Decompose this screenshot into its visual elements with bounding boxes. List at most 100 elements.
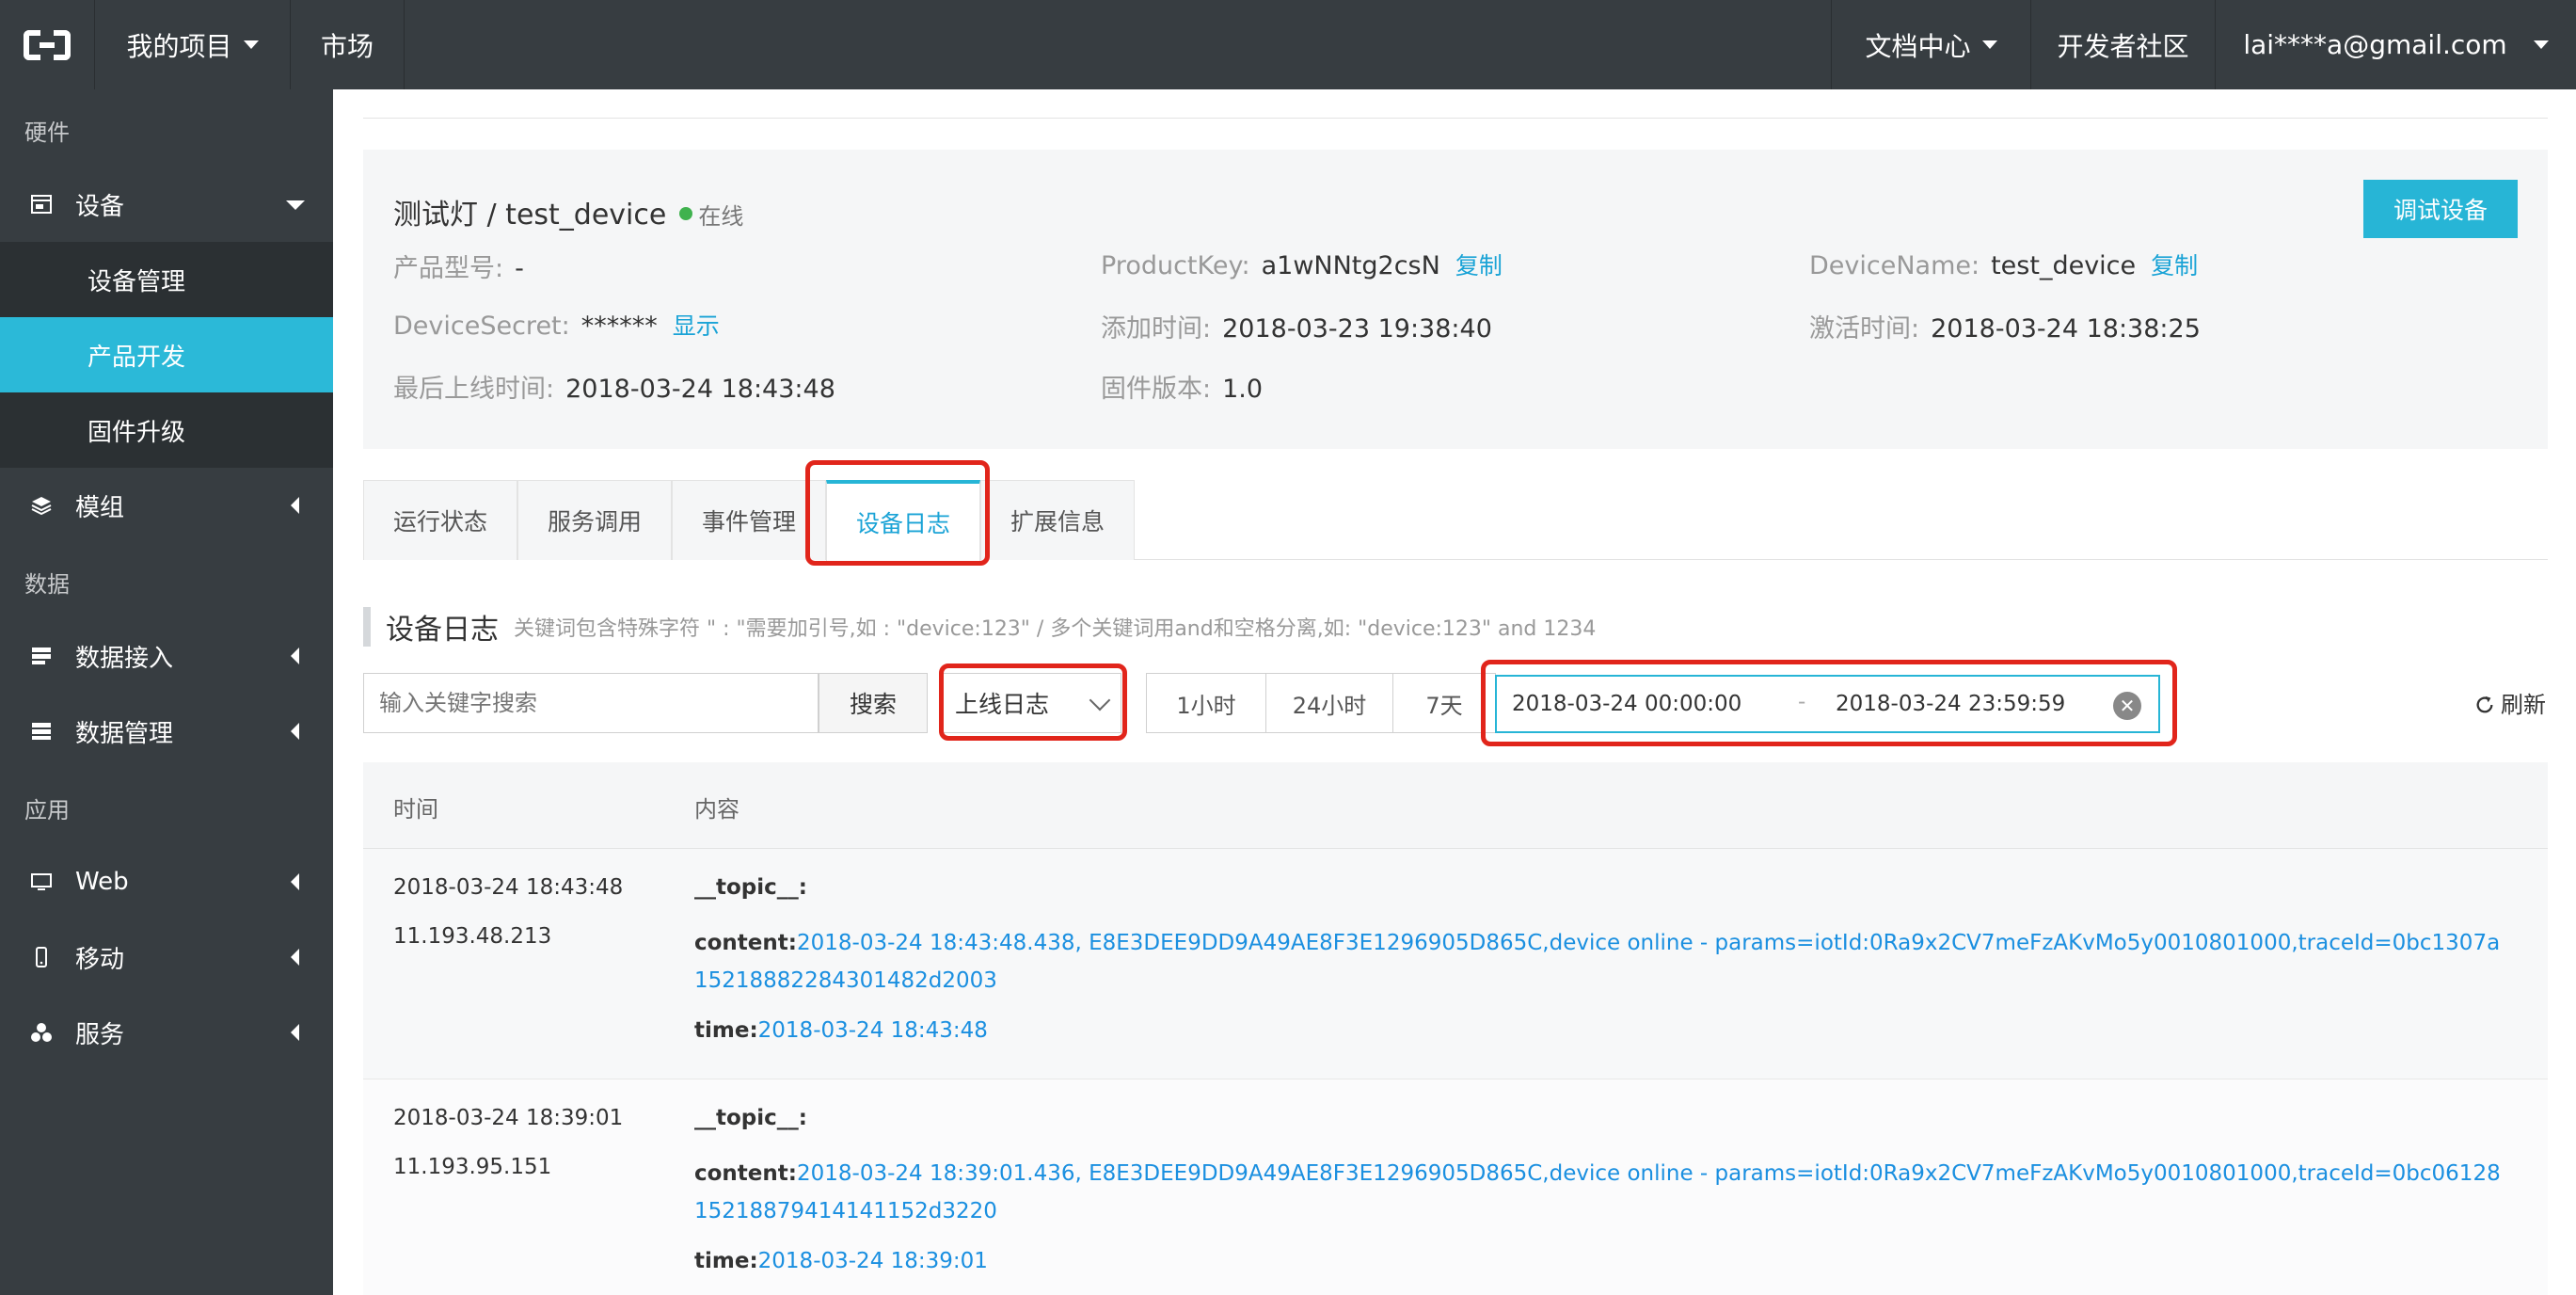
docs-label: 文档中心 (1865, 30, 1971, 62)
time-value: 2018-03-24 18:43:48 (757, 1018, 988, 1043)
sidebar-item-product-dev[interactable]: 产品开发 (0, 317, 333, 392)
field-value: 1.0 (1222, 375, 1264, 404)
range-1h-button[interactable]: 1小时 (1146, 673, 1266, 733)
log-table: 时间 内容 2018-03-24 18:43:48 11.193.48.213 … (363, 762, 2548, 1295)
product-model-field: 产品型号: - (393, 248, 524, 284)
market-link[interactable]: 市场 (290, 0, 405, 89)
sidebar-item-data-mgmt[interactable]: 数据管理 (0, 694, 333, 769)
refresh-icon (2474, 695, 2495, 715)
copy-productkey-link[interactable]: 复制 (1455, 252, 1503, 280)
field-value: - (515, 254, 524, 283)
service-icon (30, 1021, 53, 1044)
row-ip: 11.193.95.151 (393, 1155, 552, 1179)
field-value: 2018-03-23 19:38:40 (1222, 314, 1492, 344)
chevron-left-icon (291, 648, 299, 664)
range-24h-button[interactable]: 24小时 (1265, 673, 1393, 733)
sidebar-item-data-access[interactable]: 数据接入 (0, 618, 333, 694)
data-mgmt-icon (30, 720, 53, 743)
chevron-left-icon (291, 873, 299, 890)
content-value: 2018-03-24 18:43:48.438, E8E3DEE9DD9A49A… (694, 931, 2501, 993)
data-access-icon (30, 645, 53, 667)
divider (363, 118, 2548, 119)
row-content: content:2018-03-24 18:43:48.438, E8E3DEE… (694, 924, 2510, 999)
account-menu[interactable]: lai****a@gmail.com (2215, 0, 2576, 89)
sidebar-item-label: 设备 (75, 192, 125, 221)
sidebar-item-label: 服务 (75, 1020, 125, 1049)
project-menu[interactable]: 我的项目 (94, 0, 290, 89)
field-value: a1wNNtg2csN (1261, 251, 1440, 280)
tab-run-status[interactable]: 运行状态 (363, 480, 517, 560)
table-header: 时间 内容 (363, 762, 2548, 849)
table-row: 2018-03-24 18:39:01 11.193.95.151 __topi… (363, 1079, 2548, 1295)
field-value: 2018-03-24 18:38:25 (1931, 314, 2201, 344)
content-value: 2018-03-24 18:39:01.436, E8E3DEE9DD9A49A… (694, 1161, 2501, 1223)
chevron-left-icon (291, 1024, 299, 1041)
time-value: 2018-03-24 18:39:01 (757, 1249, 988, 1273)
sidebar-item-web[interactable]: Web (0, 844, 333, 919)
refresh-button[interactable]: 刷新 (2474, 686, 2546, 719)
chevron-down-icon (1981, 40, 1997, 49)
online-status-dot (679, 207, 693, 220)
field-value: test_device (1991, 251, 2137, 280)
sidebar-section-hardware: 硬件 (24, 120, 70, 146)
sidebar-item-label: 数据接入 (75, 644, 174, 673)
market-label: 市场 (320, 30, 374, 62)
copy-devicename-link[interactable]: 复制 (2151, 252, 2198, 280)
activated-time-field: 激活时间: 2018-03-24 18:38:25 (1809, 308, 2201, 344)
sidebar-item-service[interactable]: 服务 (0, 995, 333, 1070)
row-topic: __topic__: (694, 875, 807, 900)
log-search-input[interactable] (363, 673, 819, 733)
time-label: time: (694, 1249, 758, 1273)
logo-icon[interactable] (0, 0, 94, 89)
project-menu-label: 我的项目 (126, 30, 232, 62)
search-button[interactable]: 搜索 (819, 673, 928, 733)
field-label: 激活时间: (1809, 314, 1920, 344)
sidebar-item-device-mgmt[interactable]: 设备管理 (0, 242, 333, 317)
last-online-field: 最后上线时间: 2018-03-24 18:43:48 (393, 368, 835, 405)
log-title: 设备日志 (386, 614, 499, 647)
top-navbar: 我的项目 市场 文档中心 开发者社区 lai****a@gmail.com (0, 0, 2576, 89)
devicesecret-field: DeviceSecret: ****** 显示 (393, 308, 720, 342)
sidebar-item-mobile[interactable]: 移动 (0, 919, 333, 995)
sidebar-item-firmware-upgrade[interactable]: 固件升级 (0, 392, 333, 468)
row-time-field: time:2018-03-24 18:43:48 (694, 1018, 988, 1043)
sidebar-item-label: 产品开发 (87, 343, 186, 372)
sidebar-item-label: 移动 (75, 945, 125, 974)
device-icon (30, 193, 53, 216)
chevron-down-icon (2533, 40, 2549, 49)
productkey-field: ProductKey: a1wNNtg2csN 复制 (1101, 248, 1503, 281)
debug-device-button[interactable]: 调试设备 (2363, 180, 2518, 238)
chevron-left-icon (291, 949, 299, 966)
chevron-left-icon (291, 497, 299, 514)
row-topic: __topic__: (694, 1106, 807, 1130)
chevron-left-icon (291, 723, 299, 740)
tab-extended-info[interactable]: 扩展信息 (980, 480, 1135, 560)
device-info-card: 测试灯 / test_device 在线 调试设备 产品型号: - ProductK… (363, 150, 2548, 449)
chevron-down-icon (243, 40, 259, 49)
account-label: lai****a@gmail.com (2243, 29, 2507, 60)
show-secret-link[interactable]: 显示 (673, 312, 720, 340)
field-label: 产品型号: (393, 254, 504, 283)
tab-event-mgmt[interactable]: 事件管理 (672, 480, 826, 560)
field-label: 固件版本: (1101, 375, 1212, 404)
online-status-label: 在线 (698, 203, 744, 230)
sidebar-item-module[interactable]: 模组 (0, 468, 333, 543)
highlight-box-select (939, 663, 1127, 741)
device-tabs: 运行状态 服务调用 事件管理 设备日志 扩展信息 (363, 480, 2548, 561)
col-content-header: 内容 (694, 796, 739, 823)
row-time: 2018-03-24 18:39:01 (393, 1106, 624, 1130)
sidebar: 硬件 设备 设备管理 产品开发 固件升级 模组 数据 数据接入 数据管理 应用 … (0, 89, 333, 1295)
field-label: DeviceName: (1809, 251, 1980, 280)
firmware-version-field: 固件版本: 1.0 (1101, 368, 1263, 405)
chevron-down-icon (286, 200, 305, 210)
community-link[interactable]: 开发者社区 (2030, 0, 2215, 89)
devicename-field: DeviceName: test_device 复制 (1809, 248, 2198, 281)
docs-menu[interactable]: 文档中心 (1831, 0, 2030, 89)
highlight-box-tab (805, 460, 990, 566)
sidebar-item-label: 模组 (75, 493, 125, 522)
col-time-header: 时间 (393, 796, 438, 823)
device-title: 测试灯 / test_device 在线 (393, 191, 743, 232)
layers-icon (30, 494, 53, 517)
tab-service-call[interactable]: 服务调用 (517, 480, 672, 560)
sidebar-item-device[interactable]: 设备 (0, 167, 333, 242)
